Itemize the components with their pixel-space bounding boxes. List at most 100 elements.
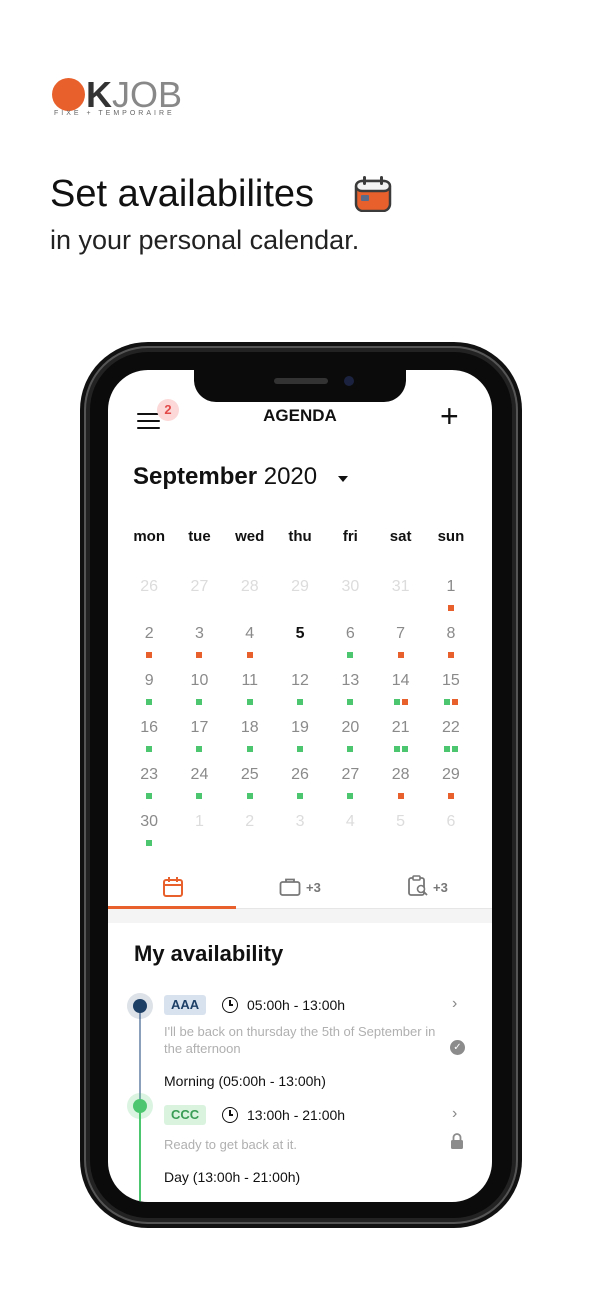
calendar-day[interactable]: 8 [426, 624, 476, 671]
calendar-day[interactable]: 4 [225, 624, 275, 671]
day-number: 29 [442, 766, 460, 783]
available-dot [401, 746, 408, 752]
day-number: 2 [144, 625, 154, 642]
calendar-week-row: 26 27 28 29 30 31 1 [124, 577, 484, 624]
subline: in your personal calendar. [50, 225, 360, 255]
tab-calendar[interactable] [108, 870, 236, 909]
calendar-day[interactable]: 15 [426, 671, 476, 718]
calendar-day[interactable]: 10 [174, 671, 224, 718]
calendar-day[interactable]: 4 [325, 812, 375, 859]
calendar-day[interactable]: 3 [275, 812, 325, 859]
day-number: 29 [291, 578, 309, 595]
calendar-day[interactable]: 18 [225, 718, 275, 765]
calendar-day[interactable]: 3 [174, 624, 224, 671]
day-number: 28 [240, 578, 259, 595]
calendar-day[interactable]: 17 [174, 718, 224, 765]
calendar-day[interactable]: 20 [325, 718, 375, 765]
day-number: 4 [245, 625, 255, 642]
calendar-day[interactable]: 27 [174, 577, 224, 624]
available-dot [196, 699, 203, 705]
month-selector[interactable]: September 2020 [133, 463, 317, 491]
tab-bar: +3 +3 [108, 870, 492, 909]
availability-dots [174, 840, 224, 846]
day-number: 23 [140, 766, 159, 783]
entry-time: 05:00h - 13:00h [247, 997, 346, 1013]
availability-dots [124, 605, 174, 611]
calendar-day[interactable]: 26 [275, 765, 325, 812]
chevron-right-icon[interactable]: › [452, 995, 457, 1013]
year: 2020 [263, 463, 318, 490]
availability-dots [325, 746, 375, 752]
day-number: 17 [190, 719, 209, 736]
calendar-day[interactable]: 1 [174, 812, 224, 859]
calendar-day[interactable]: 11 [225, 671, 275, 718]
calendar-day[interactable]: 26 [124, 577, 174, 624]
phone-screen: 2 AGENDA + September 2020 mon tue wed thu fr… [108, 370, 492, 1202]
calendar-day[interactable]: 6 [426, 812, 476, 859]
calendar-day[interactable]: 14 [375, 671, 425, 718]
calendar-grid: 26 27 28 29 30 31 1 2 3 4 5 6 7 8 9 10 11 12 13 14 15 16 17 18 1… [124, 577, 484, 859]
available-dot [297, 793, 304, 799]
calendar-day[interactable]: 2 [124, 624, 174, 671]
day-number: 16 [140, 719, 159, 736]
availability-dots [225, 605, 275, 611]
calendar-day[interactable]: 30 [325, 577, 375, 624]
day-number: 28 [391, 766, 410, 783]
available-dot [246, 793, 253, 799]
plus-icon[interactable]: + [440, 400, 459, 432]
unavailable-dot [451, 699, 458, 705]
calendar-day[interactable]: 19 [275, 718, 325, 765]
tab-missions[interactable]: +3 [364, 870, 492, 908]
calendar-day[interactable]: 9 [124, 671, 174, 718]
calendar-day[interactable]: 7 [375, 624, 425, 671]
day-number: 6 [446, 813, 456, 830]
calendar-day[interactable]: 30 [124, 812, 174, 859]
chevron-right-icon[interactable]: › [452, 1105, 457, 1123]
day-number: 11 [241, 672, 259, 689]
calendar-day[interactable]: 25 [225, 765, 275, 812]
calendar-day[interactable]: 22 [426, 718, 476, 765]
availability-dots [225, 699, 275, 705]
chevron-down-icon[interactable] [338, 476, 348, 482]
calendar-day[interactable]: 31 [375, 577, 425, 624]
calendar-day[interactable]: 5 [375, 812, 425, 859]
calendar-day[interactable]: 28 [375, 765, 425, 812]
calendar-day[interactable]: 6 [325, 624, 375, 671]
day-number: 10 [190, 672, 209, 689]
calendar-day[interactable]: 1 [426, 577, 476, 624]
availability-dots [225, 746, 275, 752]
day-number: 25 [240, 766, 259, 783]
calendar-day[interactable]: 28 [225, 577, 275, 624]
available-dot [246, 699, 253, 705]
calendar-day[interactable]: 27 [325, 765, 375, 812]
day-number: 20 [341, 719, 360, 736]
calendar-day[interactable]: 29 [426, 765, 476, 812]
calendar-day[interactable]: 13 [325, 671, 375, 718]
day-number: 30 [140, 813, 159, 830]
day-number: 12 [291, 672, 309, 689]
available-dot [347, 699, 354, 705]
tab-jobs[interactable]: +3 [236, 870, 364, 908]
unavailable-dot [146, 652, 153, 658]
headline: Set availabilites [50, 173, 315, 215]
entry-period: Morning (05:00h - 13:00h) [164, 1073, 326, 1089]
calendar-day[interactable]: 24 [174, 765, 224, 812]
available-dot [297, 699, 304, 705]
day-number: 26 [291, 766, 309, 783]
unavailable-dot [401, 699, 408, 705]
calendar-day[interactable]: 12 [275, 671, 325, 718]
calendar-day[interactable]: 21 [375, 718, 425, 765]
entry-note: I'll be back on thursday the 5th of Sept… [164, 1024, 436, 1056]
calendar-day[interactable]: 5 [275, 624, 325, 671]
availability-dots [124, 840, 174, 846]
calendar-day[interactable]: 23 [124, 765, 174, 812]
availability-dots [426, 652, 476, 658]
availability-dots [124, 793, 174, 799]
available-dot [393, 746, 400, 752]
day-number: 31 [391, 578, 410, 595]
day-number: 27 [190, 578, 209, 595]
okjob-logo: KJOB FIXE + TEMPORAIRE [52, 75, 192, 126]
calendar-day[interactable]: 29 [275, 577, 325, 624]
calendar-day[interactable]: 2 [225, 812, 275, 859]
calendar-day[interactable]: 16 [124, 718, 174, 765]
